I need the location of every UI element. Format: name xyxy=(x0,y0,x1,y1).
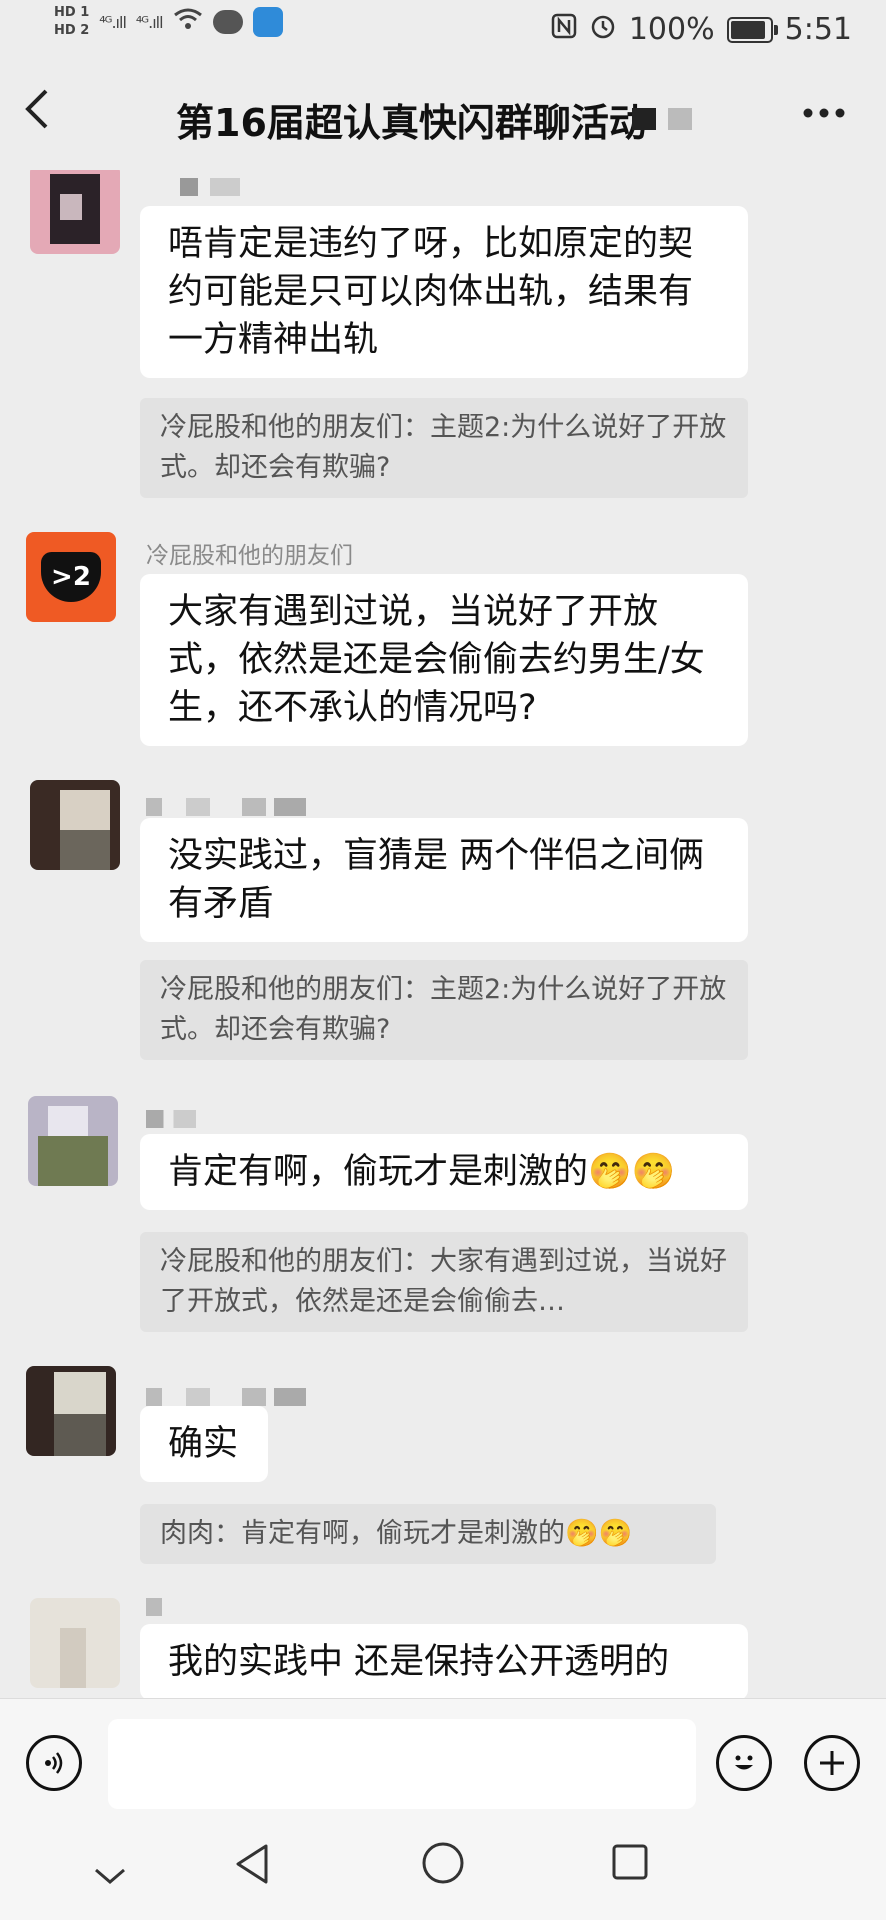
status-bar: HD 1 HD 2 ⁴ᴳ.ıll ⁴ᴳ.ıll 100% 5:51 xyxy=(0,0,886,62)
alarm-icon xyxy=(589,12,617,47)
title-redacted-blur xyxy=(632,108,692,130)
message-bubble[interactable]: 肯定有啊，偷玩才是刺激的🤭🤭 xyxy=(140,1134,748,1210)
nav-back-button[interactable] xyxy=(232,1842,272,1896)
nfc-icon xyxy=(551,13,577,46)
message-text: 大家有遇到过说，当说好了开放式，依然是还是会偷偷去约男生/女生，还不承认的情况吗… xyxy=(168,592,705,728)
wechat-icon xyxy=(212,10,243,34)
collapse-nav-button[interactable] xyxy=(92,1852,128,1898)
chevron-left-icon xyxy=(25,89,48,129)
emoji-button[interactable] xyxy=(716,1735,772,1791)
sender-name-redacted xyxy=(146,798,306,816)
message-bubble[interactable]: 确实 xyxy=(140,1406,268,1482)
system-nav-bar xyxy=(0,1826,886,1920)
triangle-back-icon xyxy=(236,1844,268,1884)
signal-icon-2: ⁴ᴳ.ıll xyxy=(135,12,164,32)
message-bubble[interactable]: 没实践过，盲猜是 两个伴侣之间俩有矛盾 xyxy=(140,818,748,942)
emoji-icon xyxy=(735,1755,753,1770)
message-text: 确实 xyxy=(168,1424,239,1464)
plus-icon xyxy=(820,1751,844,1775)
more-options-button[interactable] xyxy=(802,86,846,126)
quoted-message[interactable]: 肉肉：肯定有啊，偷玩才是刺激的🤭🤭 xyxy=(140,1504,716,1564)
status-left: HD 1 HD 2 ⁴ᴳ.ıll ⁴ᴳ.ıll xyxy=(54,6,283,38)
more-actions-button[interactable] xyxy=(804,1735,860,1791)
quote-text: 肉肉：肯定有啊，偷玩才是刺激的🤭🤭 xyxy=(160,1518,633,1549)
message-text: 我的实践中 还是保持公开透明的 xyxy=(168,1642,670,1682)
avatar[interactable] xyxy=(26,1366,116,1456)
sender-name-redacted xyxy=(146,1388,306,1406)
nav-recent-button[interactable] xyxy=(610,1842,650,1892)
cloud-app-icon xyxy=(252,7,283,37)
heart-badge-icon: >2 xyxy=(41,552,101,602)
hd-indicators: HD 1 HD 2 xyxy=(54,6,89,38)
avatar[interactable]: >2 xyxy=(26,532,116,622)
message-text: 没实践过，盲猜是 两个伴侣之间俩有矛盾 xyxy=(168,836,705,924)
chevron-down-icon xyxy=(95,1868,125,1884)
message-bubble[interactable]: 唔肯定是违约了呀，比如原定的契约可能是只可以肉体出轨，结果有一方精神出轨 xyxy=(140,206,748,378)
nav-home-button[interactable] xyxy=(420,1840,466,1896)
avatar[interactable] xyxy=(30,170,120,254)
message-text-input[interactable] xyxy=(108,1719,696,1809)
quoted-message[interactable]: 冷屁股和他的朋友们：主题2:为什么说好了开放式。却还会有欺骗? xyxy=(140,960,748,1060)
wifi-icon xyxy=(173,7,203,38)
sender-name: 冷屁股和他的朋友们 xyxy=(146,543,353,569)
avatar[interactable] xyxy=(28,1096,118,1186)
message-text: 肯定有啊，偷玩才是刺激的🤭🤭 xyxy=(168,1152,676,1192)
sender-name-redacted xyxy=(146,1598,162,1616)
voice-icon xyxy=(45,1752,63,1774)
quote-text: 冷屁股和他的朋友们：大家有遇到过说，当说好了开放式，依然是还是会偷偷去… xyxy=(160,1246,727,1317)
status-right: 100% 5:51 xyxy=(551,12,852,47)
quoted-message[interactable]: 冷屁股和他的朋友们：大家有遇到过说，当说好了开放式，依然是还是会偷偷去… xyxy=(140,1232,748,1332)
avatar[interactable] xyxy=(30,1598,120,1688)
signal-icon-1: ⁴ᴳ.ıll xyxy=(99,12,127,32)
clock: 5:51 xyxy=(784,12,852,47)
sender-name-redacted xyxy=(146,1110,196,1128)
chat-header: 第16届超认真快闪群聊活动 xyxy=(0,62,886,170)
back-button[interactable] xyxy=(22,86,52,142)
chat-title: 第16届超认真快闪群聊活动 xyxy=(176,101,647,145)
voice-input-button[interactable] xyxy=(26,1735,82,1791)
quote-text: 冷屁股和他的朋友们：主题2:为什么说好了开放式。却还会有欺骗? xyxy=(160,412,727,483)
more-horizontal-icon xyxy=(803,108,845,118)
battery-fill xyxy=(730,20,765,39)
hd2-label: HD 2 xyxy=(54,23,90,38)
battery-percent: 100% xyxy=(628,12,715,47)
message-list[interactable]: 唔肯定是违约了呀，比如原定的契约可能是只可以肉体出轨，结果有一方精神出轨 冷屁股… xyxy=(0,170,886,1698)
circle-home-icon xyxy=(422,1842,464,1884)
message-text: 唔肯定是违约了呀，比如原定的契约可能是只可以肉体出轨，结果有一方精神出轨 xyxy=(168,224,694,360)
quoted-message[interactable]: 冷屁股和他的朋友们：主题2:为什么说好了开放式。却还会有欺骗? xyxy=(140,398,748,498)
message-bubble[interactable]: 我的实践中 还是保持公开透明的 xyxy=(140,1624,748,1698)
quote-text: 冷屁股和他的朋友们：主题2:为什么说好了开放式。却还会有欺骗? xyxy=(160,974,727,1045)
square-recent-icon xyxy=(612,1844,648,1880)
avatar[interactable] xyxy=(30,780,120,870)
message-bubble[interactable]: 大家有遇到过说，当说好了开放式，依然是还是会偷偷去约男生/女生，还不承认的情况吗… xyxy=(140,574,748,746)
message-input-bar xyxy=(0,1698,886,1827)
sender-name-redacted xyxy=(180,178,240,196)
battery-icon xyxy=(726,16,778,43)
hd1-label: HD 1 xyxy=(54,5,90,20)
